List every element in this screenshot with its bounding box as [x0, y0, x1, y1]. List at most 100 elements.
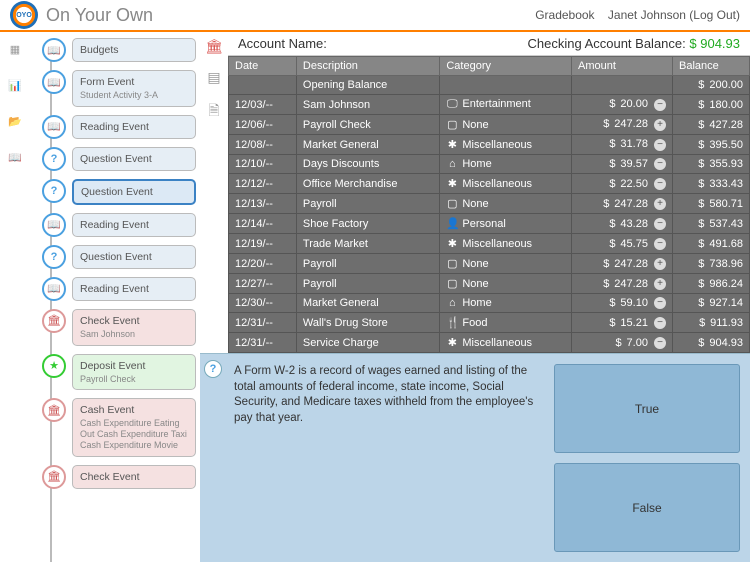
cell-category: 👤Personal: [440, 214, 572, 234]
question-icon: ?: [204, 360, 222, 378]
timeline-item-title: Question Event: [81, 186, 187, 198]
cell-amount: $ 45.75 −: [571, 234, 672, 254]
column-header: Category: [440, 57, 572, 76]
timeline-card[interactable]: Check Event: [72, 465, 196, 489]
table-row[interactable]: Opening Balance$ 200.00: [229, 76, 750, 95]
timeline-card[interactable]: Question Event: [72, 245, 196, 269]
timeline-card[interactable]: Check EventSam Johnson: [72, 309, 196, 346]
chart-icon[interactable]: 📊: [6, 76, 24, 94]
table-row[interactable]: 12/12/--Office Merchandise✱Miscellaneous…: [229, 174, 750, 194]
timeline-item[interactable]: ★Deposit EventPayroll Check: [34, 354, 196, 391]
timeline-item[interactable]: 🏛 Check Event: [34, 465, 196, 489]
timeline-item[interactable]: 📖Form EventStudent Activity 3-A: [34, 70, 196, 107]
table-row[interactable]: 12/30/--Market General⌂Home$ 59.10 −$ 92…: [229, 294, 750, 313]
cell-description: Trade Market: [296, 234, 439, 254]
question-panel: ? A Form W-2 is a record of wages earned…: [200, 353, 750, 562]
timeline-item-title: Deposit Event: [80, 360, 188, 372]
timeline-item-icon: 🏛: [42, 309, 66, 333]
timeline-item[interactable]: ? Question Event: [34, 179, 196, 205]
table-row[interactable]: 12/31/--Wall's Drug Store🍴Food$ 15.21 −$…: [229, 313, 750, 333]
question-text: A Form W-2 is a record of wages earned a…: [226, 354, 550, 562]
cell-date: 12/20/--: [229, 254, 297, 274]
cell-balance: $ 986.24: [673, 274, 750, 294]
timeline-item[interactable]: 🏛Cash EventCash Expenditure Eating Out C…: [34, 398, 196, 456]
table-row[interactable]: 12/31/--Service Charge✱Miscellaneous$ 7.…: [229, 333, 750, 353]
cell-balance: $ 580.71: [673, 194, 750, 214]
gradebook-link[interactable]: Gradebook: [535, 8, 594, 22]
user-logout-link[interactable]: Janet Johnson (Log Out): [608, 8, 740, 22]
timeline-item[interactable]: 📖Reading Event: [34, 213, 196, 237]
answer-false-button[interactable]: False: [554, 463, 740, 552]
timeline-item-icon: 🏛: [42, 465, 66, 489]
timeline-item[interactable]: ?Question Event: [34, 245, 196, 269]
cell-date: 12/12/--: [229, 174, 297, 194]
cell-description: Opening Balance: [296, 76, 439, 95]
timeline-card[interactable]: Cash EventCash Expenditure Eating Out Ca…: [72, 398, 196, 456]
timeline-item[interactable]: 📖Reading Event: [34, 277, 196, 301]
table-row[interactable]: 12/10/--Days Discounts⌂Home$ 39.57 −$ 35…: [229, 155, 750, 174]
timeline-item[interactable]: 📖Budgets: [34, 38, 196, 62]
timeline-item-subtitle: Payroll Check: [80, 374, 188, 385]
timeline-card[interactable]: Question Event: [72, 179, 196, 205]
answer-true-button[interactable]: True: [554, 364, 740, 453]
cell-balance: $ 904.93: [673, 333, 750, 353]
timeline-card[interactable]: Deposit Event Payroll Check: [72, 354, 196, 391]
cell-balance: $ 927.14: [673, 294, 750, 313]
cell-date: [229, 76, 297, 95]
table-row[interactable]: 12/20/--Payroll▢None$ 247.28 +$ 738.96: [229, 254, 750, 274]
timeline-item-icon: ?: [42, 179, 66, 203]
timeline-item[interactable]: ?Question Event: [34, 147, 196, 171]
timeline-card[interactable]: Reading Event: [72, 213, 196, 237]
table-row[interactable]: 12/08/--Market General✱Miscellaneous$ 31…: [229, 135, 750, 155]
timeline-item-title: Check Event: [80, 471, 188, 483]
account-header: Account Name: Checking Account Balance: …: [228, 32, 750, 56]
cell-date: 12/31/--: [229, 333, 297, 353]
timeline-item[interactable]: 📖Reading Event: [34, 115, 196, 139]
cell-description: Sam Johnson: [296, 95, 439, 115]
grid-icon[interactable]: ▦: [6, 40, 24, 58]
cell-balance: $ 355.93: [673, 155, 750, 174]
cell-description: Service Charge: [296, 333, 439, 353]
cell-amount: $ 43.28 −: [571, 214, 672, 234]
column-header: Amount: [571, 57, 672, 76]
timeline-card[interactable]: Budgets: [72, 38, 196, 62]
cell-balance: $ 911.93: [673, 313, 750, 333]
table-row[interactable]: 12/27/--Payroll▢None$ 247.28 +$ 986.24: [229, 274, 750, 294]
folder-icon[interactable]: 📂: [6, 112, 24, 130]
book-icon[interactable]: 📖: [6, 148, 24, 166]
cell-date: 12/30/--: [229, 294, 297, 313]
cell-category: 🖵Entertainment: [440, 95, 572, 115]
cell-balance: $ 738.96: [673, 254, 750, 274]
cell-balance: $ 537.43: [673, 214, 750, 234]
cell-category: 🍴Food: [440, 313, 572, 333]
cell-date: 12/13/--: [229, 194, 297, 214]
cell-description: Shoe Factory: [296, 214, 439, 234]
timeline-item-subtitle: Cash Expenditure Eating Out Cash Expendi…: [80, 418, 188, 450]
timeline-item-icon: 🏛: [42, 398, 66, 422]
cell-date: 12/03/--: [229, 95, 297, 115]
cell-date: 12/31/--: [229, 313, 297, 333]
timeline-item-title: Reading Event: [80, 121, 188, 133]
list-icon[interactable]: ▤: [207, 69, 220, 86]
timeline-card[interactable]: Reading Event: [72, 277, 196, 301]
document-icon[interactable]: 🗎: [208, 100, 219, 124]
timeline-card[interactable]: Reading Event: [72, 115, 196, 139]
table-row[interactable]: 12/14/--Shoe Factory👤Personal$ 43.28 −$ …: [229, 214, 750, 234]
timeline-item[interactable]: 🏛Check EventSam Johnson: [34, 309, 196, 346]
cell-category: ✱Miscellaneous: [440, 234, 572, 254]
column-header: Description: [296, 57, 439, 76]
table-row[interactable]: 12/13/--Payroll▢None$ 247.28 +$ 580.71: [229, 194, 750, 214]
cell-description: Payroll: [296, 254, 439, 274]
timeline-item-icon: 📖: [42, 277, 66, 301]
table-row[interactable]: 12/06/--Payroll Check▢None$ 247.28 +$ 42…: [229, 115, 750, 135]
cell-description: Days Discounts: [296, 155, 439, 174]
timeline-card[interactable]: Question Event: [72, 147, 196, 171]
table-row[interactable]: 12/03/--Sam Johnson🖵Entertainment$ 20.00…: [229, 95, 750, 115]
table-row[interactable]: 12/19/--Trade Market✱Miscellaneous$ 45.7…: [229, 234, 750, 254]
balance-amount: $ 904.93: [689, 36, 740, 51]
cell-category: ▢None: [440, 194, 572, 214]
bank-icon[interactable]: 🏛: [205, 38, 223, 55]
cell-amount: $ 31.78 −: [571, 135, 672, 155]
top-bar: OYO On Your Own Gradebook Janet Johnson …: [0, 0, 750, 32]
timeline-card[interactable]: Form EventStudent Activity 3-A: [72, 70, 196, 107]
